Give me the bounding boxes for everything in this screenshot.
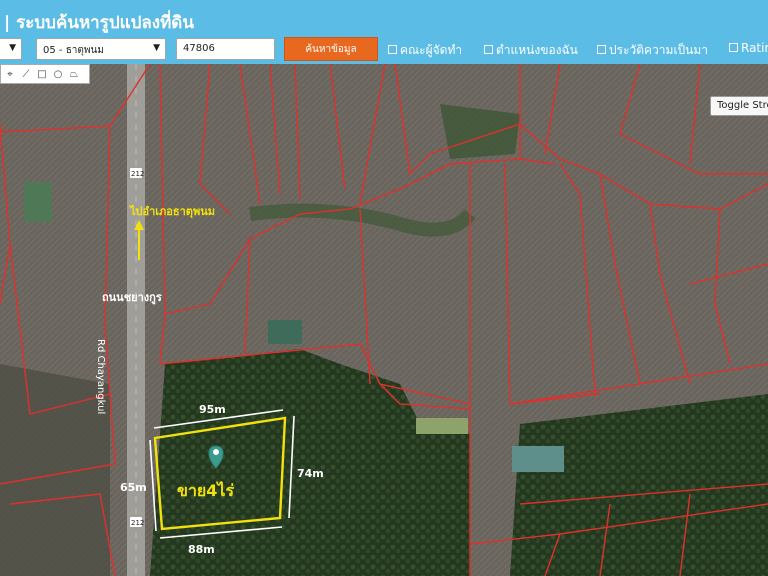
edge-length-bottom: 88m xyxy=(188,543,215,556)
edge-length-left: 65m xyxy=(120,481,147,494)
pond xyxy=(24,182,52,222)
map-canvas xyxy=(0,64,768,576)
pond xyxy=(512,446,564,472)
checkbox-team-label: คณะผู้จัดทำ xyxy=(400,43,463,57)
checkbox-rating-label: Ratin xyxy=(741,41,768,55)
marker-tool-icon[interactable]: ⌖ xyxy=(4,69,16,80)
checkbox-icon xyxy=(597,45,606,54)
district-select[interactable]: 05 - ธาตุพนม ▼ xyxy=(36,38,166,60)
polygon-tool-icon[interactable]: ⏢ xyxy=(68,69,80,80)
district-select-value: 05 - ธาตุพนม xyxy=(43,45,104,56)
app-title: | ระบบค้นหารูปแปลงที่ดิน xyxy=(4,13,194,33)
direction-label: ไปอำเภอธาตุพนม xyxy=(130,205,215,218)
chevron-down-icon: ▼ xyxy=(153,43,160,53)
checkbox-my-location[interactable]: ตำแหน่งของฉัน xyxy=(484,41,578,60)
chevron-down-icon: ▼ xyxy=(9,43,16,53)
road-name-thai: ถนนชยางกูร xyxy=(102,291,162,304)
drawing-toolbar: ⌖ ⟋ □ ○ ⏢ xyxy=(0,64,90,84)
edge-length-right: 74m xyxy=(297,467,324,480)
pond xyxy=(416,418,468,434)
circle-tool-icon[interactable]: ○ xyxy=(52,69,64,80)
polyline-tool-icon[interactable]: ⟋ xyxy=(20,69,32,80)
pond xyxy=(268,320,302,344)
checkbox-my-location-label: ตำแหน่งของฉัน xyxy=(496,43,578,57)
edge-length-top: 95m xyxy=(199,403,226,416)
rectangle-tool-icon[interactable]: □ xyxy=(36,69,48,80)
toggle-street-button[interactable]: Toggle Street xyxy=(710,96,768,116)
checkbox-history-label: ประวัติความเป็นมา xyxy=(609,43,709,57)
checkbox-history[interactable]: ประวัติความเป็นมา xyxy=(597,41,708,60)
road-name-latin: Rd Chayangkul xyxy=(95,339,106,415)
route-number-top: 212 xyxy=(131,170,145,178)
checkbox-icon xyxy=(729,43,738,52)
checkbox-icon xyxy=(484,45,493,54)
search-button[interactable]: ค้นหาข้อมูล xyxy=(284,37,378,61)
checkbox-icon xyxy=(388,45,397,54)
checkbox-team[interactable]: คณะผู้จัดทำ xyxy=(388,41,462,60)
route-number-bottom: 212 xyxy=(131,519,145,527)
sale-label: ขาย4ไร่ xyxy=(177,481,235,500)
satellite-map[interactable]: 212 212 ไปอำเภอธาตุพนม ถนนชยางกูร Rd Cha… xyxy=(0,64,768,576)
app-header: | ระบบค้นหารูปแปลงที่ดิน ▼ 05 - ธาตุพนม … xyxy=(0,0,768,64)
tree-plantation-east xyxy=(510,394,768,576)
checkbox-rating[interactable]: Ratin xyxy=(729,41,768,55)
parcel-number-input[interactable]: 47806 xyxy=(176,38,275,60)
province-select[interactable]: ▼ xyxy=(0,38,22,60)
